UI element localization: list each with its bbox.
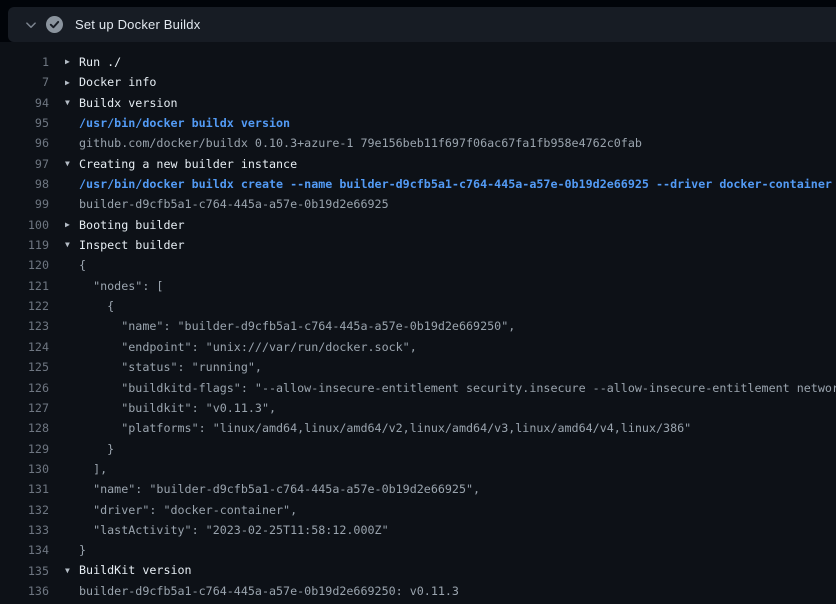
log-line: 136 builder-d9cfb5a1-c764-445a-a57e-0b19d…: [0, 581, 836, 601]
log-line: 135 ▼BuildKit version: [0, 561, 836, 581]
line-number[interactable]: 128: [0, 418, 49, 438]
log-line: 122 {: [0, 296, 836, 316]
log-output-text: {: [79, 258, 86, 272]
log-line: 119 ▼Inspect builder: [0, 235, 836, 255]
log-output-text: "nodes": [: [79, 279, 163, 293]
log-output-text: builder-d9cfb5a1-c764-445a-a57e-0b19d2e6…: [79, 197, 389, 211]
triangle-down-icon: ▼: [65, 154, 79, 174]
line-number[interactable]: 133: [0, 520, 49, 540]
log-line: 94 ▼Buildx version: [0, 93, 836, 113]
log-group-title[interactable]: Buildx version: [79, 96, 178, 110]
log-line: 123 "name": "builder-d9cfb5a1-c764-445a-…: [0, 316, 836, 336]
line-number[interactable]: 94: [0, 93, 49, 113]
log-line: 121 "nodes": [: [0, 276, 836, 296]
line-number[interactable]: 1: [0, 52, 49, 72]
log-line: 127 "buildkit": "v0.11.3",: [0, 398, 836, 418]
step-header-strip: Set up Docker Buildx: [0, 0, 836, 42]
log-command-text: /usr/bin/docker buildx create --name bui…: [79, 177, 832, 191]
log-line: 128 "platforms": "linux/amd64,linux/amd6…: [0, 418, 836, 438]
line-number[interactable]: 119: [0, 235, 49, 255]
log-view: 1▶Run ./7▶Docker info94▼Buildx version95…: [0, 42, 836, 601]
line-number[interactable]: 129: [0, 439, 49, 459]
log-output-text: {: [79, 299, 114, 313]
log-line: 99 builder-d9cfb5a1-c764-445a-a57e-0b19d2…: [0, 194, 836, 214]
line-number[interactable]: 136: [0, 581, 49, 601]
chevron-down-icon[interactable]: [18, 19, 44, 31]
log-output-text: "name": "builder-d9cfb5a1-c764-445a-a57e…: [79, 482, 480, 496]
log-line: 96 github.com/docker/buildx 0.10.3+azure-…: [0, 133, 836, 153]
line-number[interactable]: 132: [0, 500, 49, 520]
log-line: 133 "lastActivity": "2023-02-25T11:58:12…: [0, 520, 836, 540]
log-group-title[interactable]: BuildKit version: [79, 563, 192, 577]
line-number[interactable]: 134: [0, 540, 49, 560]
log-line: 134}: [0, 540, 836, 560]
line-number[interactable]: 95: [0, 113, 49, 133]
log-line: 124 "endpoint": "unix:///var/run/docker.…: [0, 337, 836, 357]
log-line: 7 ▶Docker info: [0, 72, 836, 92]
log-output-text: github.com/docker/buildx 0.10.3+azure-1 …: [79, 136, 642, 150]
triangle-right-icon: ▶: [65, 73, 79, 93]
log-group-title[interactable]: Docker info: [79, 75, 156, 89]
triangle-right-icon: ▶: [65, 52, 79, 72]
log-output-text: builder-d9cfb5a1-c764-445a-a57e-0b19d2e6…: [79, 584, 459, 598]
log-line: 1 ▶Run ./: [0, 52, 836, 72]
step-title: Set up Docker Buildx: [75, 17, 200, 32]
log-line: 131 "name": "builder-d9cfb5a1-c764-445a-…: [0, 479, 836, 499]
line-number[interactable]: 126: [0, 378, 49, 398]
step-header[interactable]: Set up Docker Buildx: [8, 7, 836, 42]
log-output-text: "platforms": "linux/amd64,linux/amd64/v2…: [79, 421, 691, 435]
triangle-down-icon: ▼: [65, 93, 79, 113]
check-circle-icon: [46, 16, 63, 33]
line-number[interactable]: 120: [0, 255, 49, 275]
line-number[interactable]: 135: [0, 561, 49, 581]
triangle-right-icon: ▶: [65, 215, 79, 235]
line-number[interactable]: 98: [0, 174, 49, 194]
line-number[interactable]: 100: [0, 215, 49, 235]
log-line: 97 ▼Creating a new builder instance: [0, 154, 836, 174]
line-number[interactable]: 7: [0, 72, 49, 92]
log-line: 132 "driver": "docker-container",: [0, 500, 836, 520]
line-number[interactable]: 122: [0, 296, 49, 316]
log-output-text: "buildkit": "v0.11.3",: [79, 401, 276, 415]
log-line: 125 "status": "running",: [0, 357, 836, 377]
line-number[interactable]: 131: [0, 479, 49, 499]
log-line: 98/usr/bin/docker buildx create --name b…: [0, 174, 836, 194]
log-group-title[interactable]: Booting builder: [79, 218, 185, 232]
line-number[interactable]: 97: [0, 154, 49, 174]
log-output-text: "lastActivity": "2023-02-25T11:58:12.000…: [79, 523, 389, 537]
log-output-text: "endpoint": "unix:///var/run/docker.sock…: [79, 340, 417, 354]
line-number[interactable]: 125: [0, 357, 49, 377]
line-number[interactable]: 127: [0, 398, 49, 418]
log-output-text: }: [79, 442, 114, 456]
log-line: 126 "buildkitd-flags": "--allow-insecure…: [0, 378, 836, 398]
log-line: 95/usr/bin/docker buildx version: [0, 113, 836, 133]
log-output-text: "driver": "docker-container",: [79, 503, 297, 517]
line-number[interactable]: 124: [0, 337, 49, 357]
log-output-text: "name": "builder-d9cfb5a1-c764-445a-a57e…: [79, 319, 515, 333]
log-group-title[interactable]: Inspect builder: [79, 238, 185, 252]
line-number[interactable]: 96: [0, 133, 49, 153]
log-command-text: /usr/bin/docker buildx version: [79, 116, 290, 130]
log-output-text: }: [79, 543, 86, 557]
line-number[interactable]: 123: [0, 316, 49, 336]
log-line: 130 ],: [0, 459, 836, 479]
log-group-title[interactable]: Creating a new builder instance: [79, 157, 297, 171]
line-number[interactable]: 121: [0, 276, 49, 296]
line-number[interactable]: 99: [0, 194, 49, 214]
log-group-title[interactable]: Run ./: [79, 55, 121, 69]
log-line: 120 {: [0, 255, 836, 275]
line-number[interactable]: 130: [0, 459, 49, 479]
log-output-text: "buildkitd-flags": "--allow-insecure-ent…: [79, 381, 836, 395]
triangle-down-icon: ▼: [65, 235, 79, 255]
log-output-text: ],: [79, 462, 107, 476]
log-output-text: "status": "running",: [79, 360, 262, 374]
triangle-down-icon: ▼: [65, 561, 79, 581]
log-line: 129 }: [0, 439, 836, 459]
log-line: 100 ▶Booting builder: [0, 215, 836, 235]
